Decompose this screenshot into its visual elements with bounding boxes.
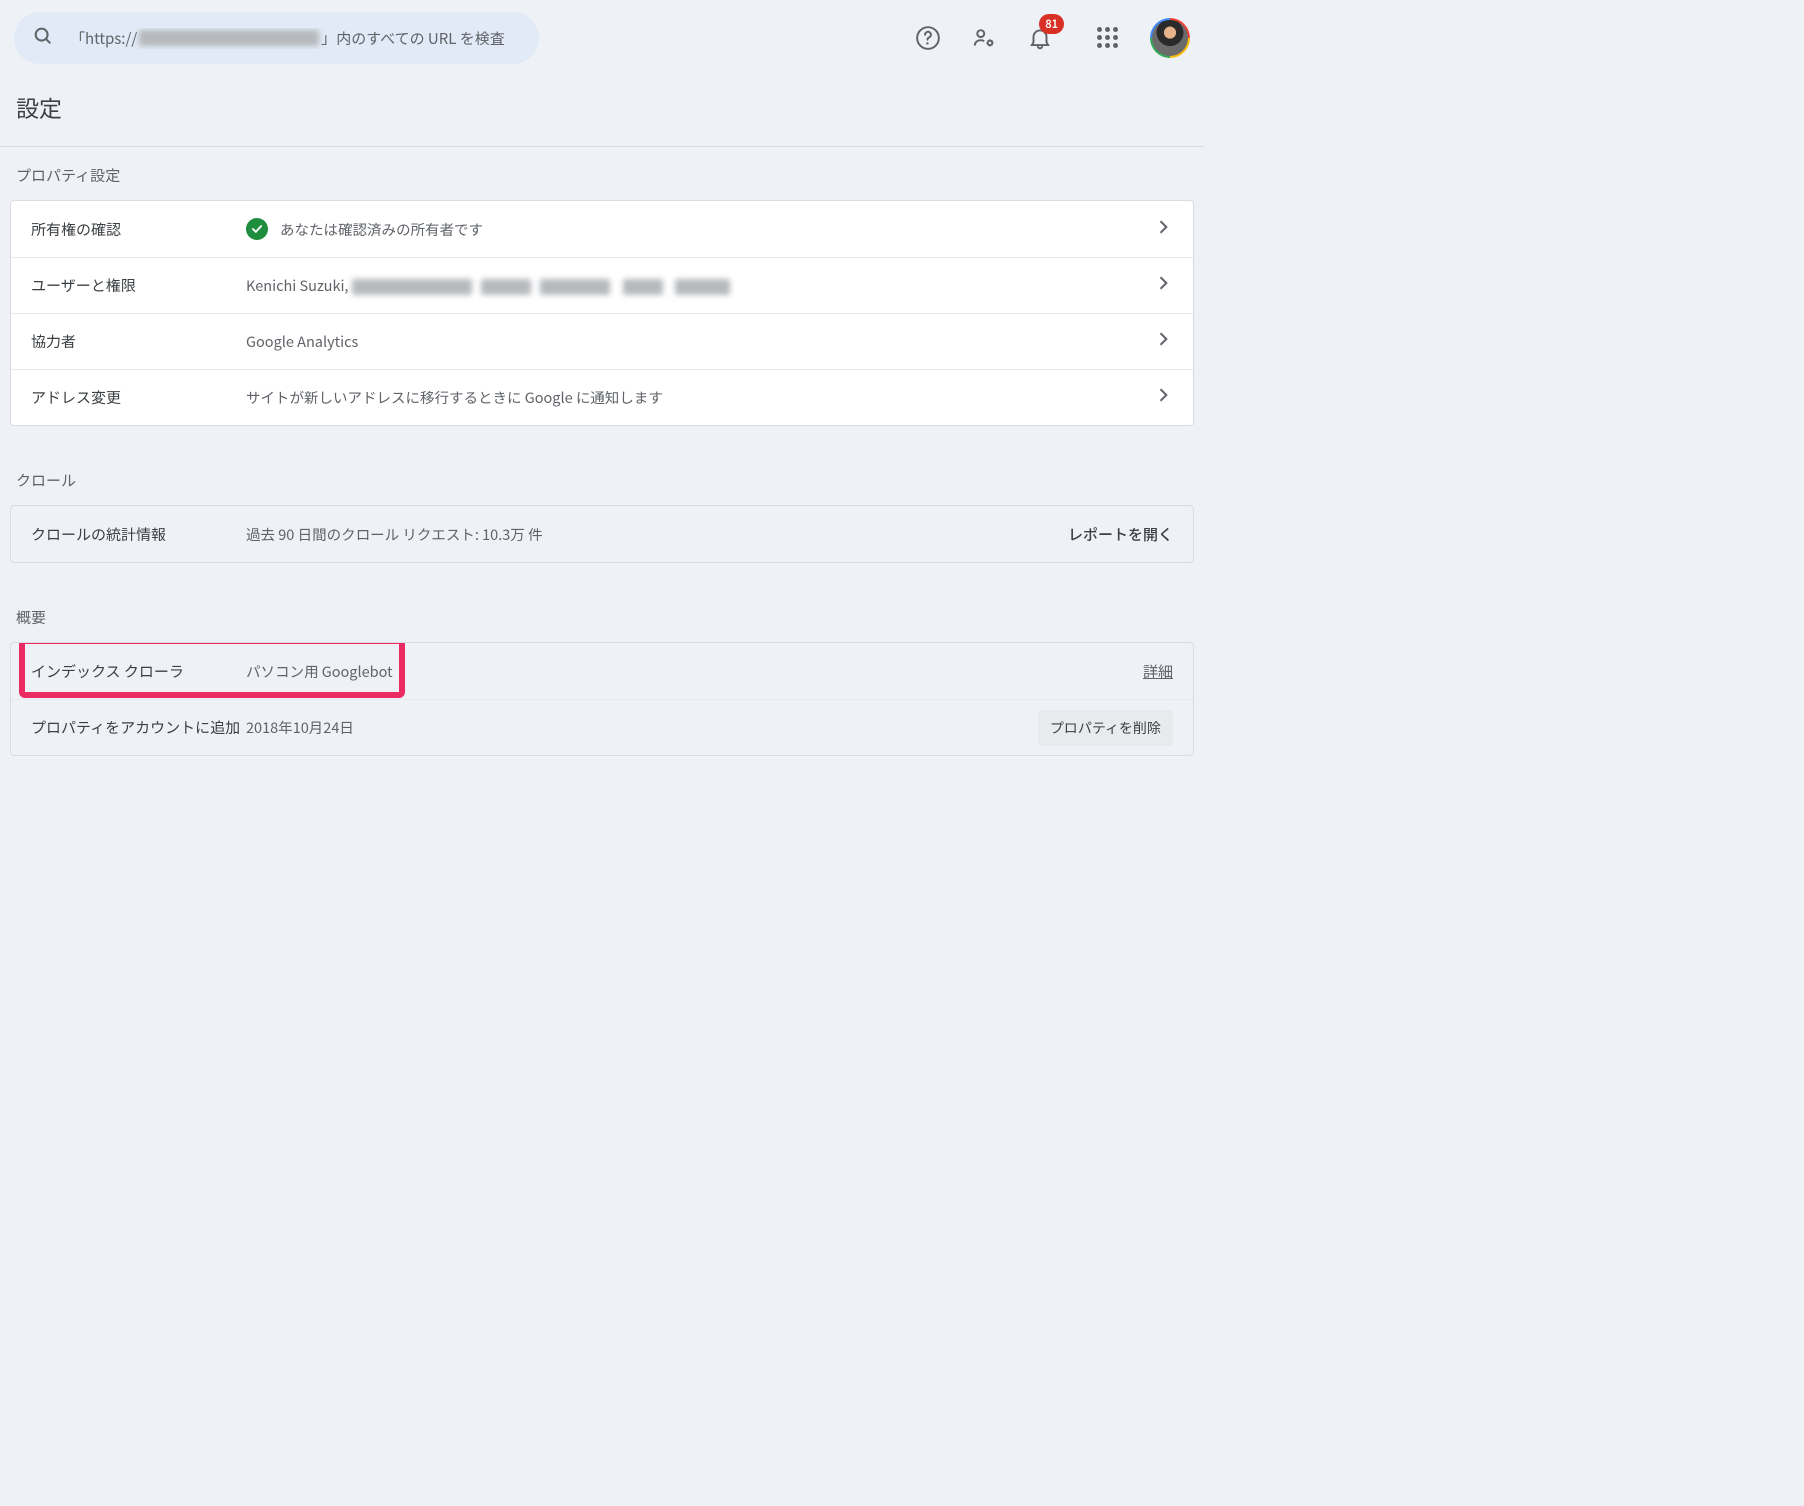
chevron-right-icon	[1153, 329, 1173, 354]
section-label-property: プロパティ設定	[0, 147, 1204, 200]
row-value: パソコン用 Googlebot	[246, 661, 1143, 682]
row-users[interactable]: ユーザーと権限 Kenichi Suzuki,	[11, 257, 1193, 313]
row-label: クロールの統計情報	[31, 524, 246, 545]
row-label: プロパティをアカウントに追加	[31, 717, 246, 738]
check-circle-icon	[246, 218, 268, 240]
summary-card: インデックス クローラ パソコン用 Googlebot 詳細 プロパティをアカウ…	[10, 642, 1194, 756]
row-label: ユーザーと権限	[31, 275, 246, 296]
notification-badge: 81	[1039, 14, 1064, 34]
details-link[interactable]: 詳細	[1143, 661, 1173, 682]
search-placeholder: 「https:// 」内のすべての URL を検査	[70, 28, 505, 49]
page-title: 設定	[0, 76, 1204, 146]
row-property-added[interactable]: プロパティをアカウントに追加 2018年10月24日 プロパティを削除	[11, 699, 1193, 755]
row-label: 協力者	[31, 331, 246, 352]
chevron-right-icon	[1153, 217, 1173, 242]
property-settings-card: 所有権の確認 あなたは確認済みの所有者です ユーザーと権限 Kenichi Su…	[10, 200, 1194, 426]
chevron-right-icon	[1153, 385, 1173, 410]
row-value: Google Analytics	[246, 331, 1153, 352]
row-address-change[interactable]: アドレス変更 サイトが新しいアドレスに移行するときに Google に通知します	[11, 369, 1193, 425]
row-label: アドレス変更	[31, 387, 246, 408]
row-collaborators[interactable]: 協力者 Google Analytics	[11, 313, 1193, 369]
apps-icon[interactable]	[1094, 24, 1122, 52]
notifications-icon[interactable]: 81	[1026, 24, 1054, 52]
search-icon	[32, 25, 54, 52]
row-value: Kenichi Suzuki,	[246, 275, 1153, 296]
chevron-right-icon	[1153, 273, 1173, 298]
row-value: 過去 90 日間のクロール リクエスト: 10.3万 件	[246, 524, 1068, 545]
crawl-card: クロールの統計情報 過去 90 日間のクロール リクエスト: 10.3万 件 レ…	[10, 505, 1194, 563]
search-bar[interactable]: 「https:// 」内のすべての URL を検査	[14, 12, 539, 64]
row-label: インデックス クローラ	[31, 661, 246, 682]
delete-property-button[interactable]: プロパティを削除	[1038, 710, 1173, 746]
header: 「https:// 」内のすべての URL を検査	[0, 0, 1204, 76]
row-label: 所有権の確認	[31, 219, 246, 240]
section-label-summary: 概要	[0, 589, 1204, 642]
section-label-crawl: クロール	[0, 452, 1204, 505]
row-value: サイトが新しいアドレスに移行するときに Google に通知します	[246, 387, 1153, 408]
users-settings-icon[interactable]	[970, 24, 998, 52]
row-value: あなたは確認済みの所有者です	[246, 218, 1153, 240]
row-ownership[interactable]: 所有権の確認 あなたは確認済みの所有者です	[11, 201, 1193, 257]
row-index-crawler[interactable]: インデックス クローラ パソコン用 Googlebot 詳細	[11, 643, 1193, 699]
open-report-button[interactable]: レポートを開く	[1068, 524, 1173, 545]
help-icon[interactable]	[914, 24, 942, 52]
row-value: 2018年10月24日	[246, 717, 1038, 738]
avatar[interactable]	[1150, 18, 1190, 58]
header-actions: 81	[914, 18, 1190, 58]
row-crawl-stats[interactable]: クロールの統計情報 過去 90 日間のクロール リクエスト: 10.3万 件 レ…	[11, 506, 1193, 562]
